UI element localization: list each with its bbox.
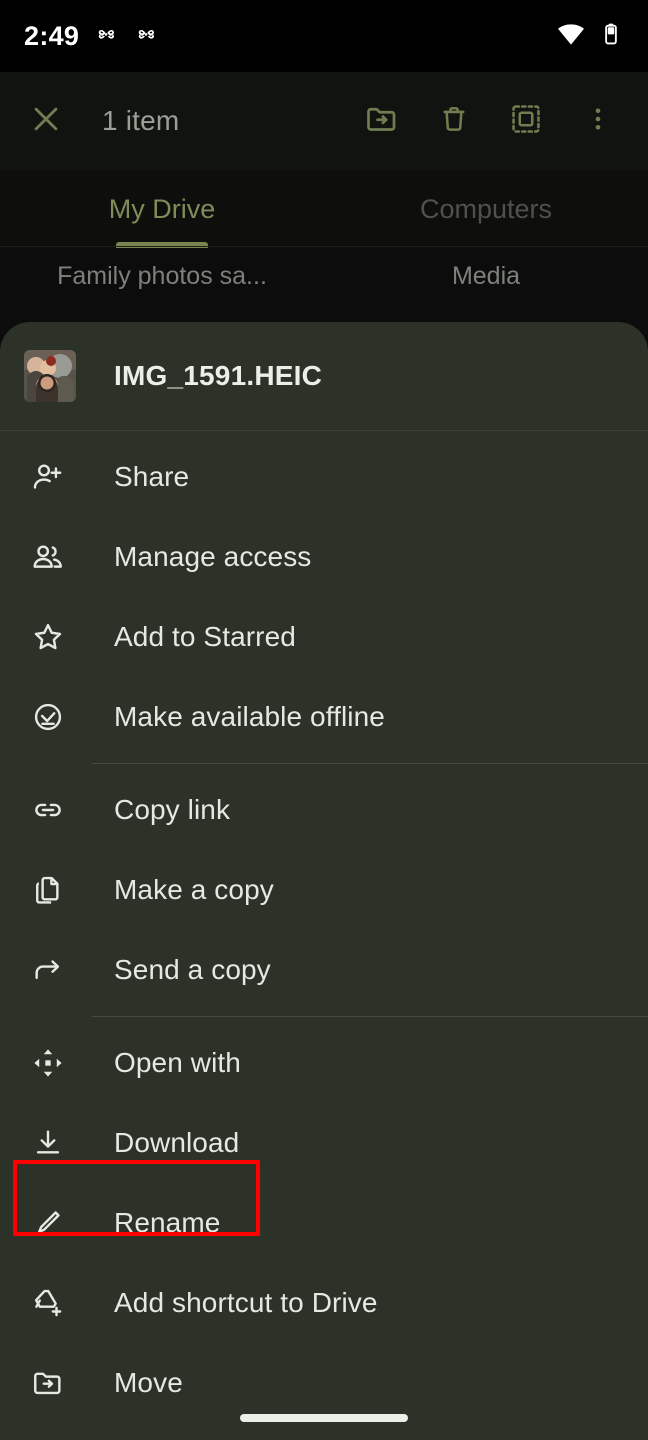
sheet-filename: IMG_1591.HEIC: [114, 360, 323, 391]
overflow-menu-button[interactable]: [566, 89, 630, 153]
photo-thumbnail: [24, 350, 76, 402]
menu-item-open-with[interactable]: Open with: [0, 1023, 648, 1103]
move-to-folder-icon: [364, 101, 400, 142]
select-all-button[interactable]: [494, 89, 558, 153]
menu-item-label: Manage access: [114, 541, 312, 572]
gesture-navigation-bar[interactable]: [0, 1396, 648, 1440]
tabs-divider: [0, 246, 648, 247]
battery-icon: [598, 21, 624, 52]
person-add-icon: [24, 453, 72, 501]
move-to-folder-button[interactable]: [350, 89, 414, 153]
select-all-icon: [509, 102, 543, 141]
menu-item-label: Share: [114, 461, 190, 492]
menu-item-label: Download: [114, 1127, 240, 1158]
gesture-home-pill[interactable]: [240, 1414, 408, 1422]
people-icon: [24, 533, 72, 581]
menu-group-sharing: Share Manage access Add to Starred Make …: [0, 431, 648, 763]
send-arrow-icon: [24, 946, 72, 994]
menu-item-label: Rename: [114, 1207, 221, 1238]
menu-item-label: Make available offline: [114, 701, 385, 732]
open-with-icon: [24, 1039, 72, 1087]
overflow-menu-icon: [583, 104, 613, 139]
menu-item-copy-link[interactable]: Copy link: [0, 770, 648, 850]
selection-app-bar: 1 item: [0, 72, 648, 170]
status-bar: 2:49: [0, 0, 648, 72]
phone-screen: 2:49 1 item My Drive Computers Family ph…: [0, 0, 648, 1440]
menu-group-copy: Copy link Make a copy Send a copy: [0, 764, 648, 1016]
close-icon: [29, 102, 63, 141]
menu-item-manage-access[interactable]: Manage access: [0, 517, 648, 597]
menu-item-label: Send a copy: [114, 954, 271, 985]
menu-item-label: Move: [114, 1367, 183, 1398]
menu-item-label: Add to Starred: [114, 621, 296, 652]
menu-item-send-a-copy[interactable]: Send a copy: [0, 930, 648, 1010]
menu-item-label: Make a copy: [114, 874, 274, 905]
menu-group-file-ops: Open with Download Rename Add shortcut t…: [0, 1017, 648, 1429]
folder-chip-label: Media: [451, 262, 521, 290]
tab-my-drive[interactable]: My Drive: [0, 170, 324, 248]
menu-item-label: Copy link: [114, 794, 231, 825]
trash-button[interactable]: [422, 89, 486, 153]
offline-pin-icon: [24, 693, 72, 741]
menu-item-make-available-offline[interactable]: Make available offline: [0, 677, 648, 757]
menu-item-make-a-copy[interactable]: Make a copy: [0, 850, 648, 930]
menu-item-label: Add shortcut to Drive: [114, 1287, 378, 1318]
menu-item-download[interactable]: Download: [0, 1103, 648, 1183]
tab-my-drive-label: My Drive: [108, 193, 216, 224]
tab-computers-label: Computers: [419, 193, 553, 224]
wifi-icon: [556, 19, 586, 54]
pinwheel-icon: [93, 21, 119, 52]
status-bar-right: [556, 19, 624, 54]
drive-tabs: My Drive Computers: [0, 170, 648, 248]
status-bar-left: 2:49: [24, 21, 159, 52]
download-icon: [24, 1119, 72, 1167]
status-clock: 2:49: [24, 20, 80, 51]
menu-item-add-to-starred[interactable]: Add to Starred: [0, 597, 648, 677]
close-selection-button[interactable]: [18, 93, 74, 149]
sheet-file-header: IMG_1591.HEIC: [0, 322, 648, 430]
app-bar-actions: [350, 89, 630, 153]
add-shortcut-drive-icon: [24, 1279, 72, 1327]
trash-icon: [437, 102, 471, 141]
pinwheel-icon: [133, 21, 159, 52]
menu-item-share[interactable]: Share: [0, 437, 648, 517]
selection-count-label: 1 item: [102, 105, 180, 136]
file-actions-bottom-sheet: IMG_1591.HEIC Share Manage access Add to…: [0, 322, 648, 1440]
content-copy-icon: [24, 866, 72, 914]
tab-computers[interactable]: Computers: [324, 170, 648, 248]
menu-item-label: Open with: [114, 1047, 241, 1078]
star-outline-icon: [24, 613, 72, 661]
menu-item-rename[interactable]: Rename: [0, 1183, 648, 1263]
link-icon: [24, 786, 72, 834]
pencil-icon: [24, 1199, 72, 1247]
folder-chip-label: Family photos sa...: [57, 262, 267, 290]
menu-item-add-shortcut-to-drive[interactable]: Add shortcut to Drive: [0, 1263, 648, 1343]
